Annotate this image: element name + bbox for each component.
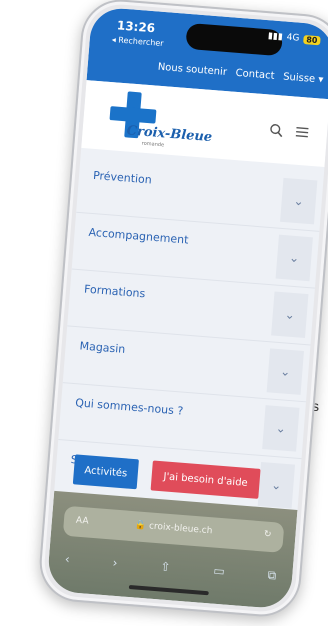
phone-screen: 13:26 ◂ Rechercher ▮▮▮ 4G 80 Nous souten…: [46, 6, 328, 610]
back-to-search-link[interactable]: ◂ Rechercher: [111, 35, 163, 48]
signal-icon: ▮▮▮: [267, 31, 284, 43]
chevron-down-icon[interactable]: ⌄: [266, 348, 304, 395]
menu-item-label: Formations: [83, 282, 146, 301]
browser-chrome: AA 🔒 croix-bleue.ch ↻ ‹ › ⇧ ▭ ⧉: [46, 490, 298, 610]
status-time: 13:26: [116, 18, 156, 36]
network-label: 4G: [286, 32, 300, 44]
menu-item-label: Prévention: [92, 168, 153, 187]
top-nav: Nous soutenir Contact Suisse ▾: [157, 62, 323, 86]
phone-mockup: 13:26 ◂ Rechercher ▮▮▮ 4G 80 Nous souten…: [36, 0, 328, 620]
activities-button[interactable]: Activités: [72, 454, 139, 490]
top-nav-contact[interactable]: Contact: [235, 68, 275, 82]
menu-item-label: Accompagnement: [88, 225, 189, 247]
tabs-icon[interactable]: ⧉: [267, 568, 277, 584]
chevron-down-icon[interactable]: ⌄: [262, 405, 300, 452]
logo-subtitle: romande: [141, 140, 165, 149]
menu-item-label: Qui sommes-nous ?: [74, 396, 184, 418]
browser-toolbar: ‹ › ⇧ ▭ ⧉: [64, 552, 277, 584]
chevron-down-icon[interactable]: ⌄: [280, 177, 318, 225]
top-nav-country[interactable]: Suisse ▾: [283, 72, 324, 86]
menu-item-label: Magasin: [79, 339, 126, 356]
address-bar[interactable]: AA 🔒 croix-bleue.ch ↻: [62, 505, 285, 553]
menu-icon[interactable]: [295, 125, 310, 140]
share-icon[interactable]: ⇧: [160, 559, 171, 575]
header-icons: [269, 123, 310, 140]
back-arrow-icon[interactable]: ‹: [64, 552, 70, 567]
bookmarks-icon[interactable]: ▭: [213, 564, 225, 580]
logo-name[interactable]: Croix-Bleue: [126, 123, 213, 145]
battery-icon: 80: [302, 34, 321, 45]
forward-arrow-icon[interactable]: ›: [112, 556, 118, 571]
search-icon[interactable]: [269, 123, 284, 138]
home-indicator: [128, 584, 209, 596]
top-nav-support[interactable]: Nous soutenir: [157, 62, 227, 78]
reload-icon[interactable]: ↻: [264, 529, 272, 540]
chevron-down-icon[interactable]: ⌄: [271, 291, 309, 339]
url-text[interactable]: 🔒 croix-bleue.ch: [64, 515, 284, 542]
chevron-down-icon[interactable]: ⌄: [275, 234, 313, 282]
